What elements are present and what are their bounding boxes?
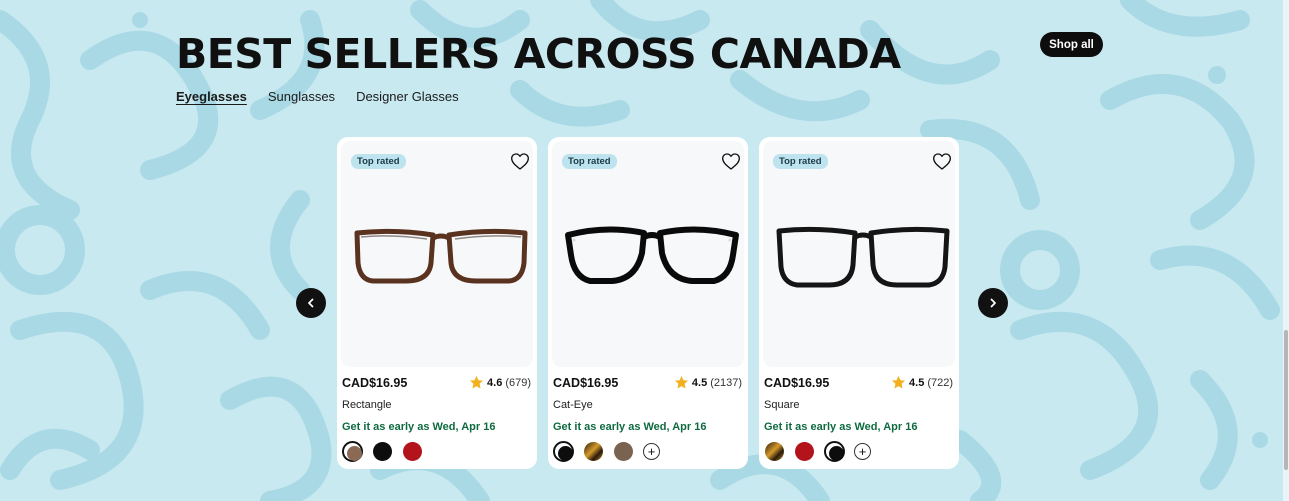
star-icon (674, 375, 688, 389)
carousel-next-button[interactable] (978, 288, 1008, 318)
review-count: (722) (927, 376, 953, 389)
product-card[interactable]: Top rated CAD$16.95 4.5 (2137) Cat-Eye G… (548, 137, 748, 469)
product-image-area[interactable]: Top rated (341, 141, 533, 367)
rating-score: 4.5 (691, 376, 708, 389)
more-colors-button[interactable]: + (854, 443, 871, 460)
tab-designer-glasses[interactable]: Designer Glasses (356, 89, 459, 104)
color-swatch[interactable] (794, 441, 815, 462)
product-price: CAD$16.95 (342, 376, 408, 390)
tab-sunglasses[interactable]: Sunglasses (268, 89, 335, 104)
scrollbar-thumb[interactable] (1284, 330, 1288, 470)
page-scrollbar[interactable] (1283, 0, 1289, 501)
chevron-right-icon (990, 298, 996, 308)
color-swatch[interactable] (402, 441, 423, 462)
color-swatch[interactable] (824, 441, 845, 462)
product-card[interactable]: Top rated CAD$16.95 4.5 (722) Square Get… (759, 137, 959, 469)
eyeglasses-image (776, 226, 950, 288)
review-count: (2137) (710, 376, 742, 389)
top-rated-badge: Top rated (351, 154, 406, 169)
color-swatch[interactable] (372, 441, 393, 462)
product-rating: 4.6 (679) (469, 375, 531, 390)
product-image-area[interactable]: Top rated (763, 141, 955, 367)
star-icon (891, 375, 906, 389)
product-card[interactable]: Top rated CAD$16.95 4.6 (679) Rectangle … (337, 137, 537, 469)
top-rated-badge: Top rated (773, 154, 828, 169)
heart-icon[interactable] (510, 152, 530, 171)
color-swatch[interactable] (553, 441, 574, 462)
product-image-area[interactable]: Top rated (552, 141, 744, 367)
more-colors-button[interactable]: + (643, 443, 660, 460)
color-swatch[interactable] (583, 441, 604, 462)
product-price: CAD$16.95 (764, 376, 830, 390)
frame-shape: Cat-Eye (553, 399, 593, 411)
color-swatch[interactable] (613, 441, 634, 462)
carousel-prev-button[interactable] (296, 288, 326, 318)
product-rating: 4.5 (722) (891, 375, 953, 390)
heart-icon[interactable] (721, 152, 741, 171)
eyeglasses-image (565, 226, 739, 284)
eyeglasses-image (354, 228, 528, 284)
product-price: CAD$16.95 (553, 376, 619, 390)
category-tabs: Eyeglasses Sunglasses Designer Glasses (176, 89, 459, 104)
color-swatches: + (553, 441, 660, 462)
chevron-left-icon (308, 298, 314, 308)
tab-eyeglasses[interactable]: Eyeglasses (176, 89, 247, 104)
delivery-estimate: Get it as early as Wed, Apr 16 (342, 421, 496, 433)
review-count: (679) (505, 376, 531, 389)
section-title: BEST SELLERS ACROSS CANADA (176, 30, 901, 78)
heart-icon[interactable] (932, 152, 952, 171)
color-swatches (342, 441, 423, 462)
rating-score: 4.6 (487, 376, 503, 389)
product-rating: 4.5 (2137) (674, 375, 742, 390)
star-icon (469, 375, 484, 389)
color-swatch[interactable] (764, 441, 785, 462)
color-swatch[interactable] (342, 441, 363, 462)
frame-shape: Rectangle (342, 399, 392, 411)
rating-score: 4.5 (909, 376, 925, 389)
top-rated-badge: Top rated (562, 154, 617, 169)
delivery-estimate: Get it as early as Wed, Apr 16 (764, 421, 918, 433)
shop-all-button[interactable]: Shop all (1040, 32, 1103, 57)
color-swatches: + (764, 441, 871, 462)
delivery-estimate: Get it as early as Wed, Apr 16 (553, 421, 707, 433)
frame-shape: Square (764, 399, 800, 411)
